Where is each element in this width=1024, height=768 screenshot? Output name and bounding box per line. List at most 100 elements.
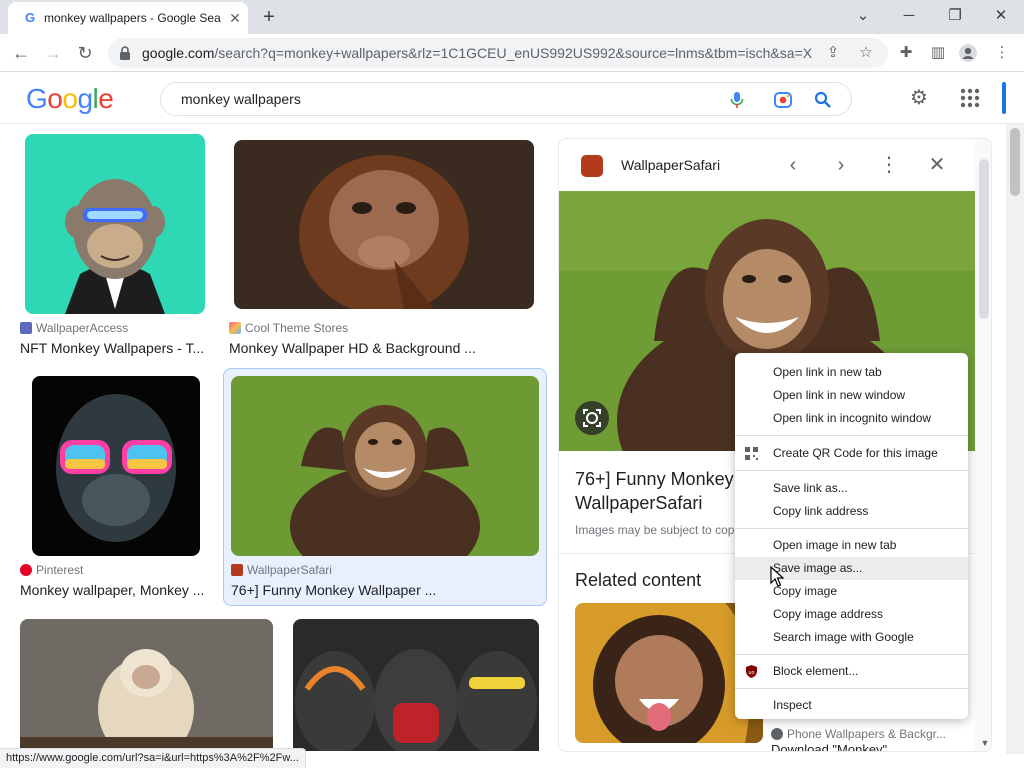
menu-item-label: Save image as... [773, 561, 863, 575]
copyright-note: Images may be subject to cop [575, 523, 735, 537]
profile-avatar-icon[interactable] [958, 43, 978, 63]
extensions-puzzle-icon[interactable]: ✚ [896, 43, 916, 63]
menu-item-copy-link-address[interactable]: Copy link address [735, 500, 968, 523]
sign-in-button-edge[interactable] [1002, 82, 1006, 114]
menu-item-label: Copy link address [773, 504, 869, 518]
menu-item-copy-image-address[interactable]: Copy image address [735, 603, 968, 626]
wallpaperaccess-favicon-icon [20, 322, 32, 334]
pinterest-favicon-icon [20, 564, 32, 576]
result-title[interactable]: 76+] Funny Monkey Wallpaper ... [231, 581, 541, 599]
related-source[interactable]: Phone Wallpapers & Backgr... [771, 727, 946, 741]
menu-item-label: Inspect [773, 698, 812, 712]
settings-gear-icon[interactable]: ⚙ [907, 86, 931, 110]
page-scrollbar[interactable] [1006, 124, 1024, 754]
forward-button[interactable]: → [40, 40, 66, 66]
menu-separator [735, 470, 968, 471]
menu-item-label: Block element... [773, 664, 859, 678]
tab-google-search[interactable]: G monkey wallpapers - Google Sea ✕ [8, 2, 248, 34]
google-logo[interactable]: Google [26, 84, 114, 114]
result-title[interactable]: Monkey Wallpaper HD & Background ... [229, 339, 539, 357]
menu-item-label: Create QR Code for this image [773, 446, 938, 460]
new-tab-button[interactable]: + [258, 6, 280, 28]
side-panel-icon[interactable]: ▥ [928, 43, 948, 63]
close-panel-icon[interactable]: ✕ [925, 153, 949, 177]
search-icon[interactable] [813, 90, 833, 110]
search-box[interactable]: monkey wallpapers [160, 82, 852, 116]
bookmark-star-icon[interactable]: ☆ [857, 44, 875, 62]
cool-theme-stores-favicon-icon [229, 322, 241, 334]
search-input[interactable]: monkey wallpapers [181, 91, 301, 107]
three-monkeys-headphones-thumbnail[interactable] [293, 619, 539, 751]
previous-image-chevron-left-icon[interactable]: ‹ [781, 153, 805, 177]
svg-text:uo: uo [748, 670, 754, 676]
menu-item-block-element[interactable]: uo Block element... [735, 660, 968, 683]
phone-wallpapers-favicon-icon [771, 728, 783, 740]
result-source-label: Cool Theme Stores [245, 321, 349, 335]
result-source[interactable]: WallpaperSafari [231, 563, 332, 577]
qr-code-icon [745, 447, 758, 460]
menu-item-inspect[interactable]: Inspect [735, 694, 968, 717]
wallpapersafari-favicon-icon [581, 155, 603, 177]
snub-nosed-monkey-thumbnail[interactable] [20, 619, 273, 751]
address-bar[interactable]: google.com/search?q=monkey+wallpapers&rl… [108, 38, 888, 68]
menu-item-label: Save link as... [773, 481, 848, 495]
ublock-shield-icon: uo [746, 665, 757, 678]
menu-separator [735, 688, 968, 689]
menu-item-open-link-new-tab[interactable]: Open link in new tab [735, 361, 968, 384]
menu-item-save-link-as[interactable]: Save link as... [735, 477, 968, 500]
menu-item-label: Copy image address [773, 607, 884, 621]
result-source[interactable]: Pinterest [20, 563, 83, 577]
menu-item-open-image-new-tab[interactable]: Open image in new tab [735, 534, 968, 557]
next-image-chevron-right-icon[interactable]: › [829, 153, 853, 177]
google-header: Google monkey wallpapers ⚙ [0, 72, 1024, 124]
result-source[interactable]: WallpaperAccess [20, 321, 128, 335]
funny-chimp-thumbnail[interactable] [231, 376, 539, 556]
tab-title: monkey wallpapers - Google Sea [44, 11, 221, 25]
menu-item-open-link-new-window[interactable]: Open link in new window [735, 384, 968, 407]
menu-item-label: Open image in new tab [773, 538, 897, 552]
restore-button[interactable]: ❐ [941, 4, 969, 28]
microphone-icon[interactable] [727, 90, 747, 110]
search-inside-image-lens-button[interactable] [575, 401, 609, 435]
browser-toolbar: ← → ↻ google.com/search?q=monkey+wallpap… [0, 34, 1024, 72]
result-title[interactable]: Monkey wallpaper, Monkey ... [20, 581, 212, 599]
result-source[interactable]: Cool Theme Stores [229, 321, 348, 335]
wallpapersafari-favicon-icon [231, 564, 243, 576]
page-scrollbar-thumb[interactable] [1010, 128, 1020, 196]
more-options-icon[interactable]: ⋮ [877, 153, 901, 177]
result-source-label: Pinterest [36, 563, 84, 577]
related-title[interactable]: Download "Monkey" [771, 743, 887, 752]
panel-scroll-down-arrow-icon[interactable]: ▼ [978, 736, 992, 750]
minimize-button[interactable]: ─ [895, 4, 923, 28]
menu-separator [735, 435, 968, 436]
result-title[interactable]: NFT Monkey Wallpapers - T... [20, 339, 208, 357]
menu-item-label: Open link in new window [773, 388, 906, 402]
menu-item-create-qr-code[interactable]: Create QR Code for this image [735, 442, 968, 465]
share-icon[interactable]: ⇪ [824, 44, 842, 62]
nft-ape-thumbnail[interactable] [25, 134, 205, 314]
tab-search-chevron-icon[interactable]: ⌄ [849, 4, 877, 28]
back-button[interactable]: ← [8, 40, 34, 66]
browser-menu-icon[interactable]: ⋮ [992, 43, 1012, 63]
menu-separator [735, 654, 968, 655]
panel-source-name[interactable]: WallpaperSafari [621, 157, 720, 173]
result-source-label: WallpaperAccess [36, 321, 129, 335]
google-lens-icon[interactable] [773, 90, 793, 110]
lock-icon [120, 46, 130, 60]
gorilla-sunglasses-thumbnail[interactable] [32, 376, 200, 556]
close-window-button[interactable]: ✕ [987, 4, 1015, 28]
orangutan-thumbnail[interactable] [234, 140, 534, 309]
menu-item-label: Search image with Google [773, 630, 914, 644]
url-text: google.com/search?q=monkey+wallpapers&rl… [142, 45, 812, 61]
reload-button[interactable]: ↻ [72, 40, 98, 66]
panel-scrollbar-thumb[interactable] [979, 159, 989, 319]
related-content-heading: Related content [575, 570, 702, 590]
menu-item-open-link-incognito[interactable]: Open link in incognito window [735, 407, 968, 430]
menu-item-search-image-google[interactable]: Search image with Google [735, 626, 968, 649]
result-source-label: WallpaperSafari [247, 563, 332, 577]
menu-item-label: Open link in new tab [773, 365, 882, 379]
close-tab-icon[interactable]: ✕ [226, 9, 244, 27]
google-apps-icon[interactable] [958, 86, 982, 110]
url-path: /search?q=monkey+wallpapers&rlz=1C1GCEU_… [214, 45, 812, 61]
menu-separator [735, 528, 968, 529]
